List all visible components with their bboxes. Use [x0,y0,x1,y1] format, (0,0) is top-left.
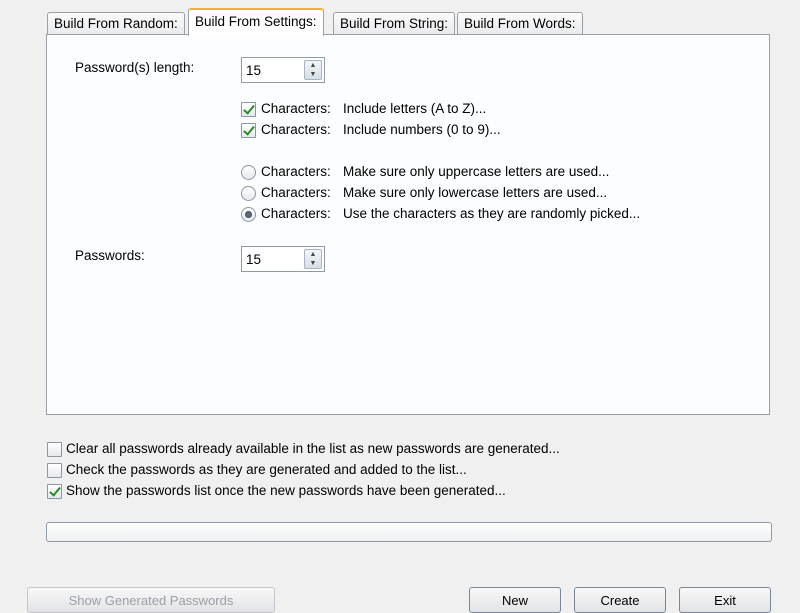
show-list-checkbox[interactable] [47,484,62,499]
spin-down-icon[interactable]: ▼ [305,259,321,268]
lowercase-only-radio[interactable] [241,186,256,201]
create-button[interactable]: Create [574,587,666,613]
random-case-radio[interactable] [241,207,256,222]
spin-up-icon[interactable]: ▲ [305,250,321,259]
password-length-label: Password(s) length: [75,60,195,75]
tab-build-from-string[interactable]: Build From String: [333,12,456,35]
option-text: Make sure only lowercase letters are use… [343,185,608,200]
option-text: Include letters (A to Z)... [343,101,487,116]
exit-button[interactable]: Exit [679,587,771,613]
option-prefix: Characters: [261,101,331,116]
passwords-count-value: 15 [246,252,262,267]
include-numbers-label: Characters: Include numbers (0 to 9)... [261,122,501,137]
check-passwords-checkbox[interactable] [47,463,62,478]
check-passwords-label: Check the passwords as they are generate… [66,462,467,477]
tab-label: Build From String: [340,16,449,31]
tab-label: Build From Random: [54,16,178,31]
passwords-count-label: Passwords: [75,248,145,263]
option-prefix: Characters: [261,122,331,137]
uppercase-only-label: Characters: Make sure only uppercase lett… [261,164,609,179]
spin-up-icon[interactable]: ▲ [305,61,321,70]
include-letters-label: Characters: Include letters (A to Z)... [261,101,486,116]
settings-panel: Password(s) length: 15 ▲ ▼ Characters: In… [46,34,770,415]
option-text: Include numbers (0 to 9)... [343,122,501,137]
lowercase-only-label: Characters: Make sure only lowercase lett… [261,185,607,200]
show-list-label: Show the passwords list once the new pas… [66,483,506,498]
option-text: Make sure only uppercase letters are use… [343,164,610,179]
option-text: Use the characters as they are randomly … [343,206,641,221]
show-generated-passwords-button[interactable]: Show Generated Passwords [27,587,275,613]
tab-build-from-random[interactable]: Build From Random: [47,12,185,35]
option-prefix: Characters: [261,185,331,200]
generation-progress-bar [46,522,772,542]
clear-passwords-checkbox[interactable] [47,442,62,457]
spin-down-icon[interactable]: ▼ [305,70,321,79]
option-prefix: Characters: [261,164,331,179]
option-prefix: Characters: [261,206,331,221]
passwords-count-spinner[interactable]: 15 ▲ ▼ [241,246,325,272]
password-generator-window: Build From Random: Build From Settings: … [0,0,800,613]
clear-passwords-label: Clear all passwords already available in… [66,441,560,456]
spinner-buttons[interactable]: ▲ ▼ [304,60,322,80]
new-button[interactable]: New [469,587,561,613]
password-length-spinner[interactable]: 15 ▲ ▼ [241,57,325,83]
password-length-value: 15 [246,63,262,78]
random-case-label: Characters: Use the characters as they ar… [261,206,640,221]
tab-label: Build From Words: [464,16,576,31]
spinner-buttons[interactable]: ▲ ▼ [304,249,322,269]
tab-build-from-settings[interactable]: Build From Settings: [188,8,324,36]
tab-label: Build From Settings: [195,14,317,29]
include-letters-checkbox[interactable] [241,102,256,117]
uppercase-only-radio[interactable] [241,165,256,180]
tab-build-from-words[interactable]: Build From Words: [457,12,583,35]
include-numbers-checkbox[interactable] [241,123,256,138]
